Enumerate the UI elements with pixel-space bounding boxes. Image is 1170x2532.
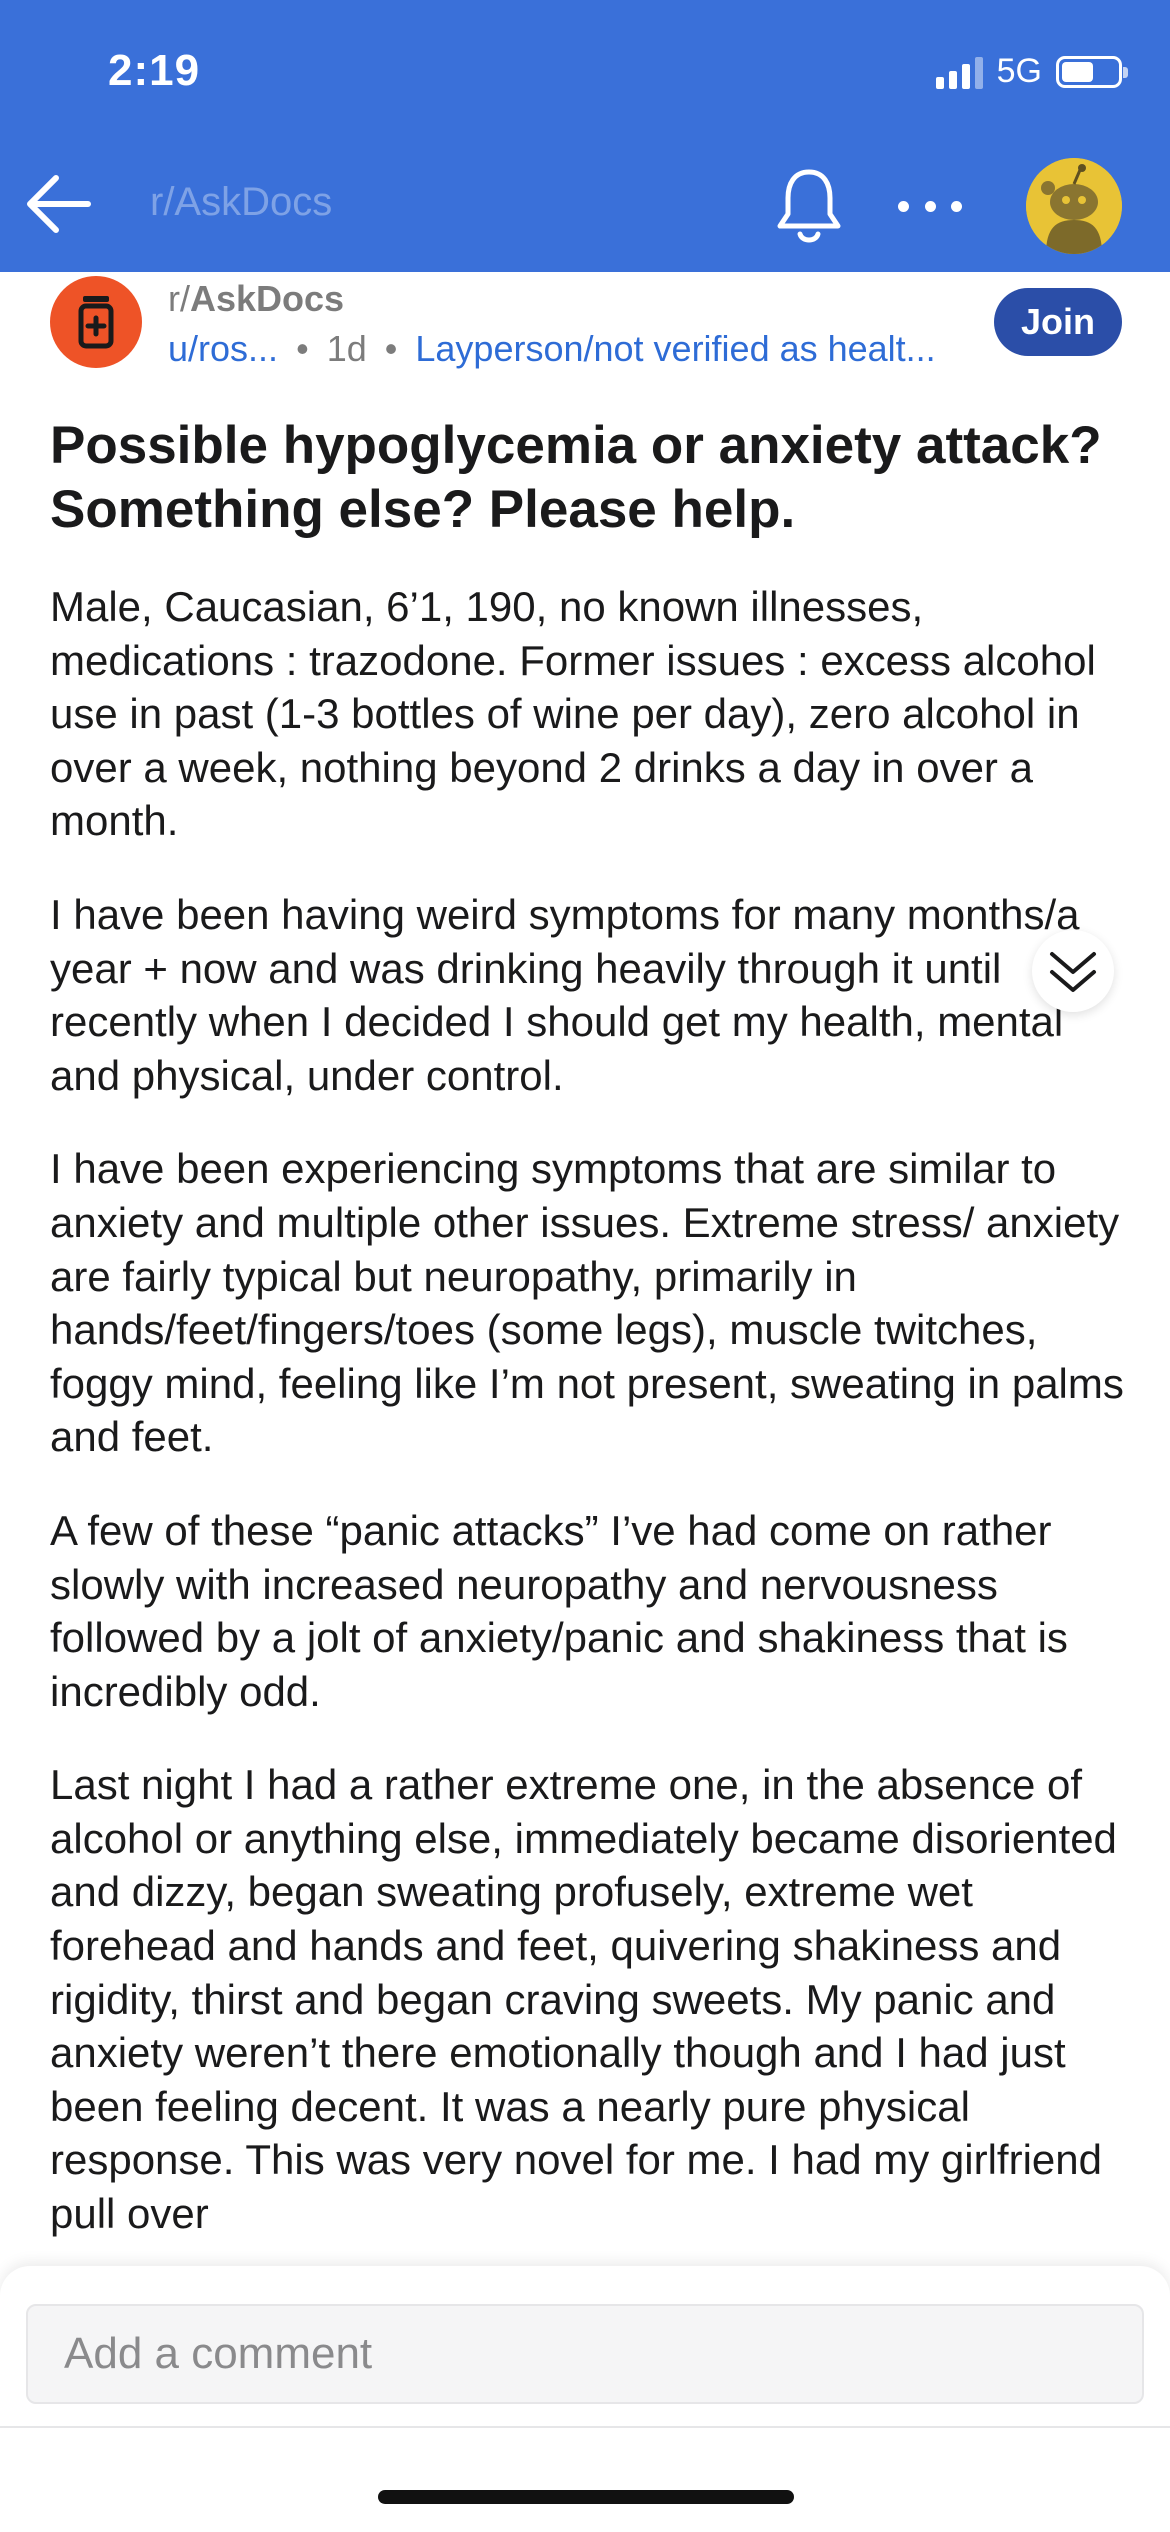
app-header: 2:19 5G r/AskDocs xyxy=(0,0,1170,272)
battery-icon xyxy=(1056,55,1128,88)
post-paragraph: I have been experiencing symptoms that a… xyxy=(50,1145,1124,1461)
author-link[interactable]: u/ros... xyxy=(168,328,278,369)
post-paragraph: Male, Caucasian, 6’1, 190, no known illn… xyxy=(50,583,1096,845)
subreddit-icon[interactable] xyxy=(50,276,142,368)
status-time: 2:19 xyxy=(108,46,201,95)
post-meta: u/ros... • 1d • Layperson/not verified a… xyxy=(168,328,936,370)
post-paragraph: I have been having weird symptoms for ma… xyxy=(50,890,1080,1099)
subreddit-label: AskDocs xyxy=(190,278,345,319)
bell-icon[interactable] xyxy=(770,164,848,248)
network-type: 5G xyxy=(996,52,1042,90)
home-indicator[interactable] xyxy=(378,2490,794,2504)
post-body: Male, Caucasian, 6’1, 190, no known illn… xyxy=(50,580,1140,2260)
back-arrow-icon[interactable] xyxy=(22,166,98,242)
post-age: 1d xyxy=(326,328,367,369)
post-paragraph: A few of these “panic attacks” I’ve had … xyxy=(50,1506,1068,1715)
divider xyxy=(0,2426,1170,2428)
user-flair[interactable]: Layperson/not verified as healt... xyxy=(415,328,935,369)
header-subreddit-title: r/AskDocs xyxy=(150,180,333,224)
meta-separator: • xyxy=(296,328,309,369)
join-button[interactable]: Join xyxy=(994,288,1122,356)
subreddit-name[interactable]: r/AskDocs xyxy=(168,278,344,320)
post-title: Possible hypoglycemia or anxiety attack?… xyxy=(50,416,1102,539)
meta-separator: • xyxy=(384,328,398,369)
signal-icon xyxy=(935,55,983,89)
subreddit-prefix: r/ xyxy=(168,278,190,319)
post-paragraph: Last night I had a rather extreme one, i… xyxy=(50,1761,1117,2238)
user-avatar[interactable] xyxy=(1026,158,1122,254)
status-indicators: 5G xyxy=(935,52,1128,91)
more-options-icon[interactable] xyxy=(898,182,962,230)
add-comment-input[interactable] xyxy=(26,2304,1144,2404)
scroll-down-chevron-icon[interactable] xyxy=(1032,930,1114,1012)
